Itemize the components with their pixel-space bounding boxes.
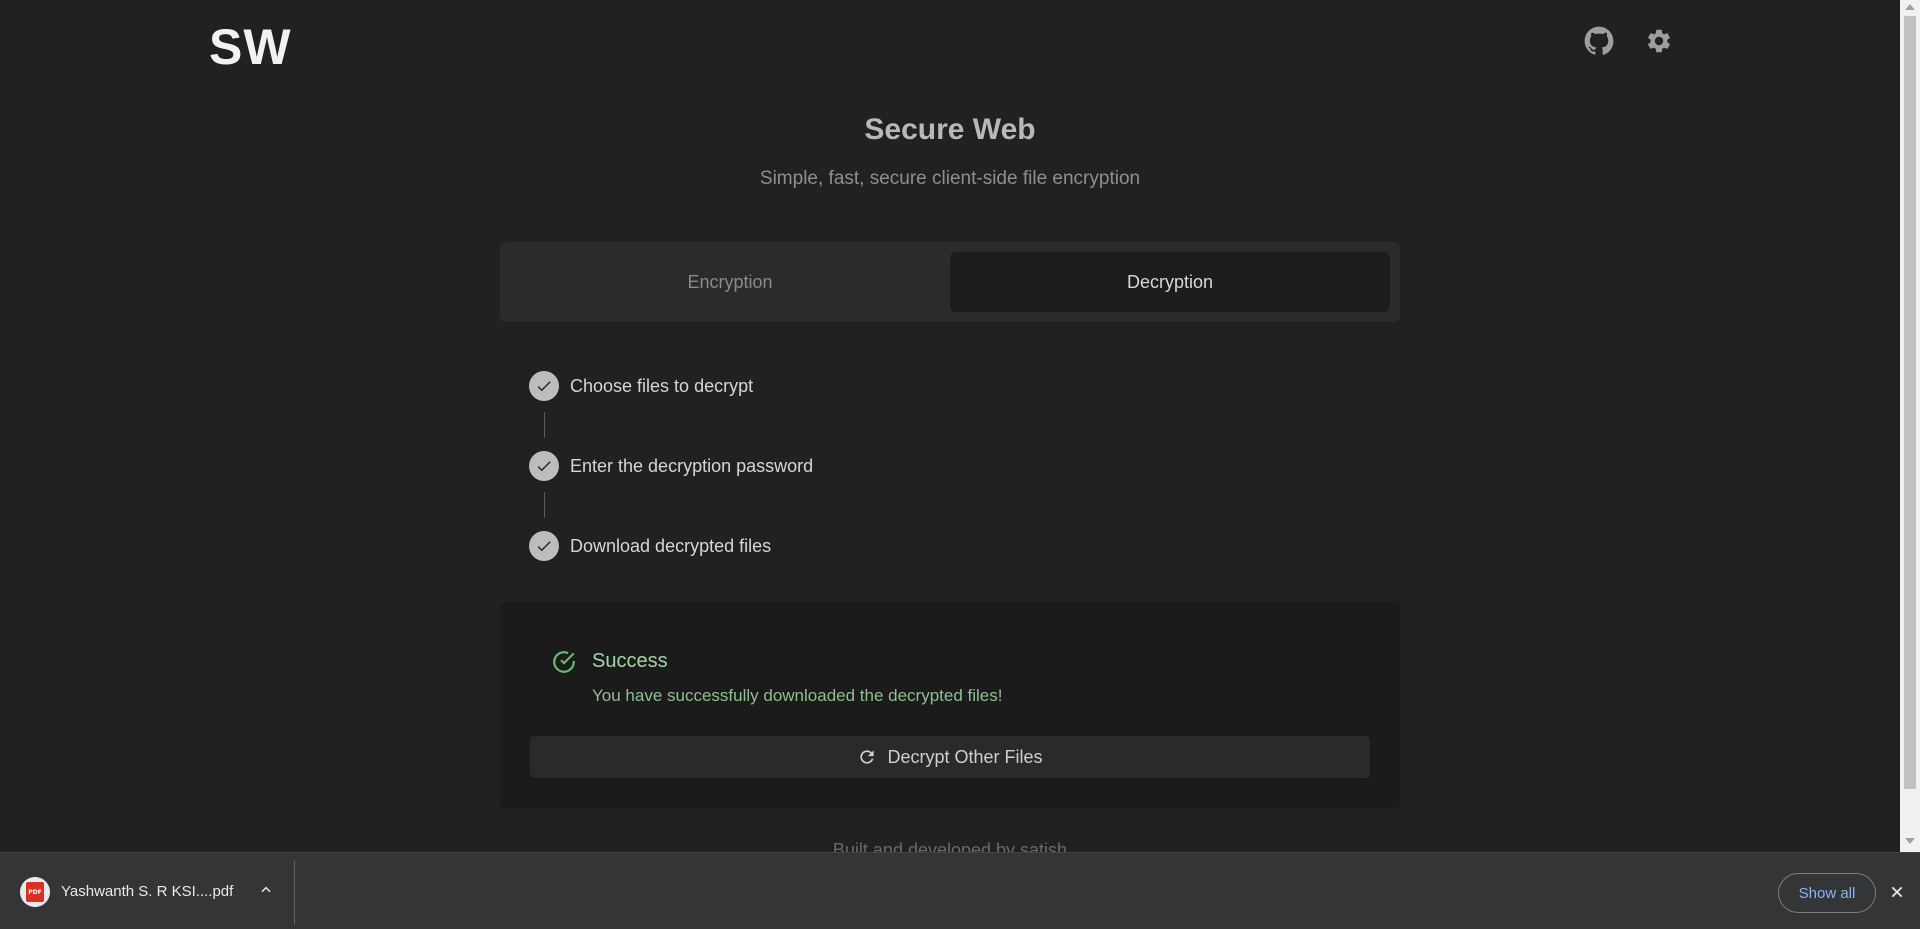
- download-file-name[interactable]: Yashwanth S. R KSI....pdf: [61, 883, 233, 900]
- check-icon: [529, 371, 559, 401]
- check-icon: [529, 531, 559, 561]
- footer-credit: Built and developed by satish: [832, 840, 1068, 852]
- pdf-badge: PDF: [26, 882, 44, 902]
- github-icon[interactable]: [1582, 24, 1616, 58]
- decrypt-other-files-label: Decrypt Other Files: [887, 746, 1043, 767]
- mode-tabs: Encryption Decryption: [500, 242, 1400, 322]
- step-label: Choose files to decrypt: [570, 375, 754, 396]
- chevron-up-icon[interactable]: [258, 882, 274, 898]
- step-connector: [544, 492, 545, 518]
- vertical-scrollbar[interactable]: [1900, 0, 1920, 852]
- scrollbar-thumb[interactable]: [1904, 16, 1916, 789]
- step-download-files: Download decrypted files: [529, 531, 771, 561]
- show-all-button[interactable]: Show all: [1778, 873, 1876, 913]
- success-title: Success: [592, 650, 668, 672]
- page-subtitle: Simple, fast, secure client-side file en…: [759, 168, 1141, 189]
- decrypt-other-files-button[interactable]: Decrypt Other Files: [530, 736, 1370, 778]
- success-message: You have successfully downloaded the dec…: [592, 686, 1003, 705]
- check-icon: [529, 451, 559, 481]
- check-circle-icon: [551, 649, 577, 675]
- step-enter-password: Enter the decryption password: [529, 451, 813, 481]
- step-label: Enter the decryption password: [570, 455, 814, 476]
- gear-icon[interactable]: [1642, 24, 1676, 58]
- step-choose-files: Choose files to decrypt: [529, 371, 753, 401]
- step-label: Download decrypted files: [570, 535, 772, 556]
- step-connector: [544, 412, 545, 438]
- page: SW Secure Web Simple, fast, secure clien…: [0, 0, 1900, 852]
- refresh-icon: [857, 747, 877, 767]
- tab-encryption[interactable]: Encryption: [510, 252, 950, 312]
- download-shelf: PDF Yashwanth S. R KSI....pdf Show all: [0, 852, 1920, 929]
- pdf-file-icon[interactable]: PDF: [20, 877, 50, 907]
- scroll-up-arrow-icon[interactable]: [1905, 4, 1915, 10]
- page-title: Secure Web: [864, 113, 1036, 146]
- close-icon[interactable]: [1888, 883, 1906, 901]
- app-logo[interactable]: SW: [209, 18, 292, 76]
- divider: [294, 861, 295, 925]
- tab-decryption[interactable]: Decryption: [950, 252, 1390, 312]
- scroll-down-arrow-icon[interactable]: [1905, 838, 1915, 844]
